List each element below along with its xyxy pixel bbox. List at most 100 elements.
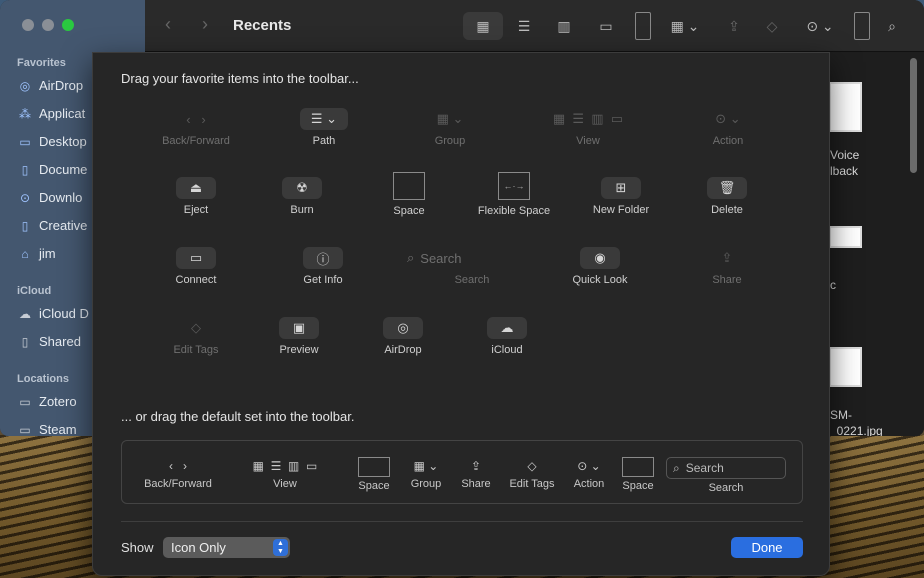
icloud-item[interactable]: ☁ iCloud: [472, 317, 542, 356]
get-info-item[interactable]: ⓘ Get Info: [288, 247, 358, 286]
back-forward-icon: ‹ ›: [169, 459, 187, 473]
item-label: Space: [358, 480, 390, 492]
sidebar-item-desktop[interactable]: ▭ Desktop: [17, 134, 86, 149]
path-icon: ☰ ⌄: [300, 108, 348, 130]
show-select-value: Icon Only: [171, 540, 226, 555]
item-label: AirDrop: [384, 344, 422, 356]
connect-item[interactable]: ▭ Connect: [161, 247, 231, 286]
tag-icon: ◇: [191, 320, 201, 335]
sidebar-item-airdrop[interactable]: ◎ AirDrop: [17, 78, 83, 93]
window-title: Recents: [233, 17, 292, 34]
share-icon: ⇪: [721, 250, 733, 265]
group-item[interactable]: ▦ ⌄ Group: [415, 108, 485, 147]
sidebar-item-icloud-drive[interactable]: ☁ iCloud D: [17, 306, 89, 321]
document-icon: ▯: [21, 162, 29, 177]
minimize-window-button[interactable]: [42, 19, 54, 31]
forward-icon[interactable]: ›: [202, 14, 208, 35]
search-item[interactable]: ⌕ Search Search: [403, 247, 521, 286]
close-window-button[interactable]: [22, 19, 34, 31]
gallery-view-button[interactable]: ▭: [592, 12, 620, 40]
default-search: ⌕ Search Search: [666, 457, 786, 494]
share-item[interactable]: ⇪ Share: [692, 247, 762, 286]
burn-icon: ☢: [282, 177, 322, 199]
group-icon: ▦ ⌄: [413, 459, 439, 473]
view-item[interactable]: ▦ ☰ ▥ ▭ View: [523, 108, 653, 147]
sidebar-item-documents[interactable]: ▯ Docume: [17, 162, 88, 177]
delete-item[interactable]: 🗑 Delete: [692, 177, 762, 216]
group-button[interactable]: ▦ ⌄: [665, 12, 705, 40]
item-label: Eject: [183, 204, 209, 216]
sidebar-item-home[interactable]: ⌂ jim: [17, 246, 55, 261]
item-label: iCloud: [491, 344, 523, 356]
search-icon[interactable]: ⌕: [880, 12, 904, 40]
eject-icon: ⏏: [176, 177, 216, 199]
show-select[interactable]: Icon Only ▲ ▼: [163, 537, 290, 558]
space-item[interactable]: Space: [374, 172, 444, 217]
home-icon: ⌂: [21, 246, 29, 261]
chevron-updown-icon: ▲ ▼: [273, 539, 288, 556]
sidebar-item-label: Downlo: [39, 190, 83, 205]
view-icon: ▦ ☰ ▥ ▭: [552, 111, 624, 126]
tag-button[interactable]: ◇: [760, 12, 784, 40]
default-back-forward: ‹ › Back/Forward: [134, 457, 222, 490]
search-field-preview: ⌕ Search: [403, 247, 521, 269]
flexible-space-item[interactable]: ←·→ Flexible Space: [469, 172, 559, 217]
default-toolbar-set[interactable]: ‹ › Back/Forward ▦ ☰ ▥ ▭ View Space ▦ ⌄ …: [121, 440, 803, 504]
default-space: Space: [354, 457, 394, 492]
default-view: ▦ ☰ ▥ ▭ View: [230, 457, 340, 490]
eject-item[interactable]: ⏏ Eject: [161, 177, 231, 216]
item-label: Action: [573, 478, 605, 490]
action-button[interactable]: ⊙ ⌄: [800, 12, 840, 40]
burn-item[interactable]: ☢ Burn: [267, 177, 337, 216]
done-button[interactable]: Done: [731, 537, 803, 558]
downloads-icon: ⊙: [19, 190, 31, 205]
sidebar-section-locations: Locations: [17, 373, 69, 385]
desktop-icon: ▭: [19, 134, 31, 149]
file-name-line: c: [830, 278, 836, 292]
file-thumbnail[interactable]: [829, 82, 862, 132]
airdrop-item[interactable]: ◎ AirDrop: [368, 317, 438, 356]
info-icon: ⓘ: [303, 247, 343, 269]
zoom-window-button[interactable]: [62, 19, 74, 31]
preview-item[interactable]: ▣ Preview: [264, 317, 334, 356]
drive-icon: ▭: [19, 394, 31, 409]
item-label: Action: [712, 135, 744, 147]
icon-view-button[interactable]: ▦: [463, 12, 503, 40]
column-view-button[interactable]: ▥: [550, 12, 578, 40]
file-thumbnail[interactable]: [829, 226, 862, 248]
action-item[interactable]: ⊙ ⌄ Action: [693, 108, 763, 147]
scrollbar[interactable]: [910, 58, 917, 173]
sidebar-item-applications[interactable]: ⁂ Applicat: [17, 106, 85, 121]
preview-icon: ▣: [279, 317, 319, 339]
sidebar-item-creative[interactable]: ▯ Creative: [17, 218, 88, 233]
item-label: Search: [708, 482, 744, 494]
new-folder-item[interactable]: ⊞ New Folder: [576, 177, 666, 216]
default-edit-tags: ◇ Edit Tags: [504, 457, 560, 490]
path-item[interactable]: ☰ ⌄ Path: [289, 108, 359, 147]
list-view-button[interactable]: ☰: [510, 12, 538, 40]
tag-icon: ◇: [527, 459, 537, 473]
sidebar-item-zotero[interactable]: ▭ Zotero: [17, 394, 77, 409]
back-icon[interactable]: ‹: [165, 14, 171, 35]
sidebar-item-shared[interactable]: ▯ Shared: [17, 334, 81, 349]
search-placeholder: Search: [685, 461, 724, 475]
sidebar-item-downloads[interactable]: ⊙ Downlo: [17, 190, 82, 205]
file-thumbnail[interactable]: [829, 347, 862, 387]
group-icon: ▦ ⌄: [436, 111, 464, 126]
quick-look-item[interactable]: ◉ Quick Look: [555, 247, 645, 286]
default-space-2: Space: [619, 457, 657, 492]
item-label: Group: [434, 135, 466, 147]
sidebar-item-label: Zotero: [39, 394, 77, 409]
connect-icon: ▭: [176, 247, 216, 269]
default-action: ⊙ ⌄ Action: [568, 457, 610, 490]
search-icon: ⌕: [407, 250, 415, 265]
edit-tags-item[interactable]: ◇ Edit Tags: [161, 317, 231, 356]
item-label: Get Info: [303, 274, 343, 286]
sidebar-item-steam[interactable]: ▭ Steam: [17, 422, 76, 436]
share-button[interactable]: ⇪: [723, 12, 745, 40]
back-forward-item[interactable]: ‹ › Back/Forward: [151, 108, 241, 148]
space-icon: [622, 457, 654, 477]
trash-icon: 🗑: [707, 177, 747, 199]
file-name-line: Voice: [830, 148, 860, 162]
item-label: Back/Forward: [144, 478, 212, 490]
